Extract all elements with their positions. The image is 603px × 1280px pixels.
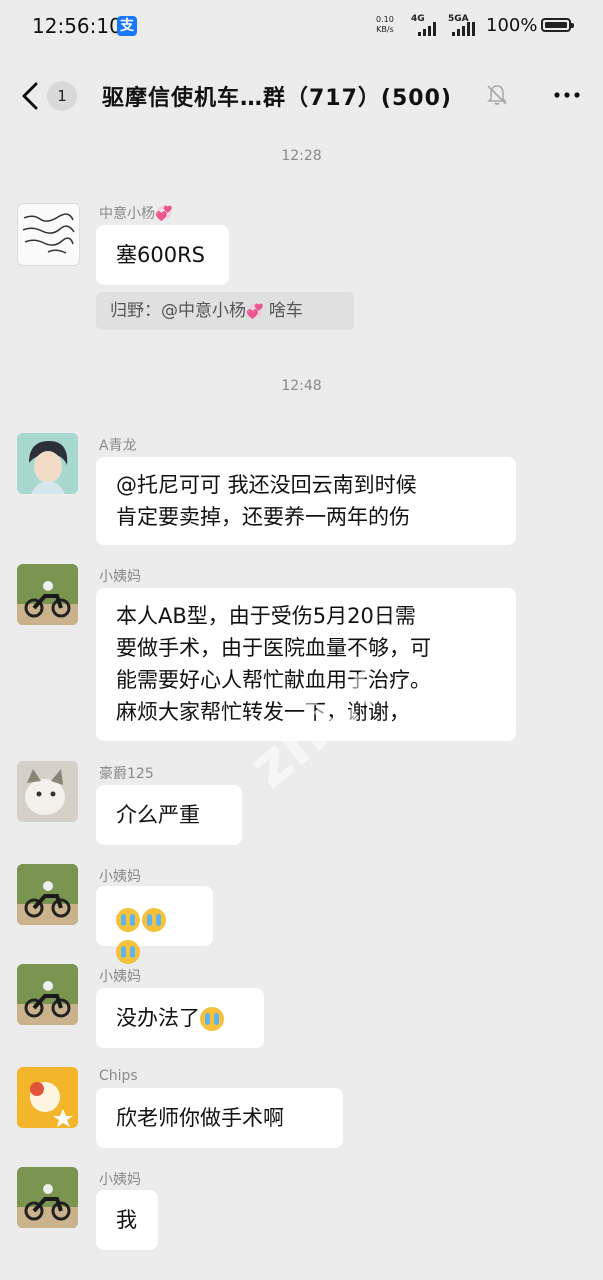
message-bubble[interactable]: 本人AB型，由于受伤5月20日需 要做手术，由于医院血量不够，可 能需要好心人帮… [96, 588, 516, 741]
time-divider: 12:48 [281, 378, 322, 394]
message-bubble[interactable]: 我 [96, 1190, 158, 1250]
message-bubble[interactable] [96, 886, 213, 964]
time-divider: 12:28 [281, 148, 322, 164]
quote-text: 归野：@中意小杨 [110, 301, 246, 321]
sender-name: A青龙 [99, 438, 137, 454]
anime-avatar-image [17, 433, 78, 494]
message-line: 麻烦大家帮忙转发一下，谢谢， [116, 700, 410, 724]
message-bubble[interactable]: @托尼可可 我还没回云南到时候 肯定要卖掉，还要养一两年的伤 [96, 457, 516, 545]
sender-name: 小姨妈 [99, 869, 141, 885]
alipay-notification-icon: 支 [117, 16, 137, 36]
message-text: 塞600RS [116, 243, 206, 267]
motorcycle-avatar-image [17, 964, 78, 1025]
avatar[interactable] [17, 761, 78, 822]
heart-emoji: 💞 [246, 304, 264, 320]
network-speed: 0.10 KB/s [376, 15, 394, 35]
loudly-crying-emoji [116, 940, 140, 964]
more-dots-icon[interactable] [552, 82, 582, 108]
battery-percentage: 100% [486, 15, 538, 36]
motorcycle-avatar-image [17, 864, 78, 925]
status-time: 12:56:10 [32, 14, 122, 38]
loudly-crying-emoji [200, 1007, 224, 1031]
avatar[interactable] [17, 203, 80, 266]
back-chevron-icon[interactable] [16, 76, 46, 116]
avatar[interactable] [17, 564, 78, 625]
network-type-4g: 4G [411, 14, 425, 24]
sender-name: 小姨妈 [99, 569, 141, 585]
message-line: 肯定要卖掉，还要养一两年的伤 [116, 505, 410, 529]
message-text: 我 [116, 1208, 137, 1232]
loudly-crying-emoji [116, 908, 140, 932]
sender-name: Chips [99, 1068, 138, 1084]
quote-text-suffix: 啥车 [263, 301, 303, 321]
loudly-crying-emoji [142, 908, 166, 932]
sender-name: 小姨妈 [99, 1172, 141, 1188]
network-type-5ga: 5GA [448, 14, 469, 24]
speed-value: 0.10 [376, 15, 394, 24]
message-bubble[interactable]: 没办法了 [96, 988, 264, 1048]
message-line: @托尼可可 我还没回云南到时候 [116, 473, 417, 497]
cat-avatar-image [17, 761, 78, 822]
message-text: 欣老师你做手术啊 [116, 1106, 284, 1130]
cartoon-avatar-image [17, 1067, 78, 1128]
avatar[interactable] [17, 964, 78, 1025]
message-bubble[interactable]: 塞600RS [96, 225, 229, 285]
message-text: 没办法了 [116, 1006, 200, 1030]
message-bubble[interactable]: 欣老师你做手术啊 [96, 1088, 343, 1148]
quoted-reply[interactable]: 归野：@中意小杨💞 啥车 [96, 292, 354, 330]
message-text: 介么严重 [116, 803, 200, 827]
avatar[interactable] [17, 433, 78, 494]
unread-count-badge[interactable]: 1 [47, 81, 77, 111]
sender-name: 中意小杨💞 [99, 203, 172, 223]
message-line: 要做手术，由于医院血量不够，可 [116, 636, 431, 660]
message-line: 本人AB型，由于受伤5月20日需 [116, 604, 416, 628]
message-bubble[interactable]: 介么严重 [96, 785, 242, 845]
chat-header: 1 驱摩信使机车…群（717）(500) [0, 56, 603, 136]
status-bar: 12:56:10 支 0.10 KB/s 4G 5GA 100% [0, 0, 603, 56]
sender-name: 豪爵125 [99, 766, 154, 782]
avatar[interactable] [17, 1067, 78, 1128]
speed-unit: KB/s [376, 25, 394, 34]
calligraphy-avatar-image [22, 213, 75, 254]
message-line: 能需要好心人帮忙献血用于治疗。 [116, 668, 431, 692]
heart-emoji: 💞 [155, 206, 173, 222]
mute-bell-icon[interactable] [484, 82, 510, 108]
battery-icon [541, 18, 574, 32]
sender-name: 小姨妈 [99, 969, 141, 985]
group-title[interactable]: 驱摩信使机车…群（717）(500) [102, 80, 452, 112]
sender-name-text: 中意小杨 [99, 206, 155, 222]
motorcycle-avatar-image [17, 564, 78, 625]
motorcycle-avatar-image [17, 1167, 78, 1228]
avatar[interactable] [17, 864, 78, 925]
avatar[interactable] [17, 1167, 78, 1228]
